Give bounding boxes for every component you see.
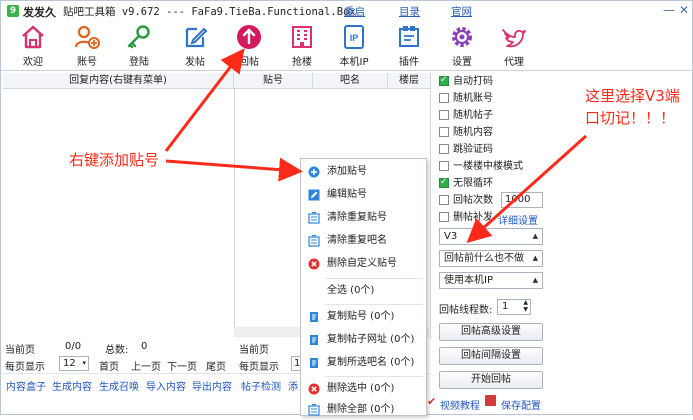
annotation-select-v3-line2: 口切记！！！ <box>585 109 676 127</box>
app-window: 9 发发久 贴吧工具箱 v9.672 --- FaFa9.TieBa.Funct… <box>0 0 693 416</box>
arrow-to-port-select <box>466 134 588 244</box>
arrow-to-context-menu <box>165 157 303 182</box>
arrow-to-reply-button <box>164 48 245 152</box>
annotation-right-click-add: 右键添加贴号 <box>69 151 160 169</box>
annotation-arrows <box>164 48 588 244</box>
annotation-select-v3-line1: 这里选择V3端 <box>585 87 680 105</box>
